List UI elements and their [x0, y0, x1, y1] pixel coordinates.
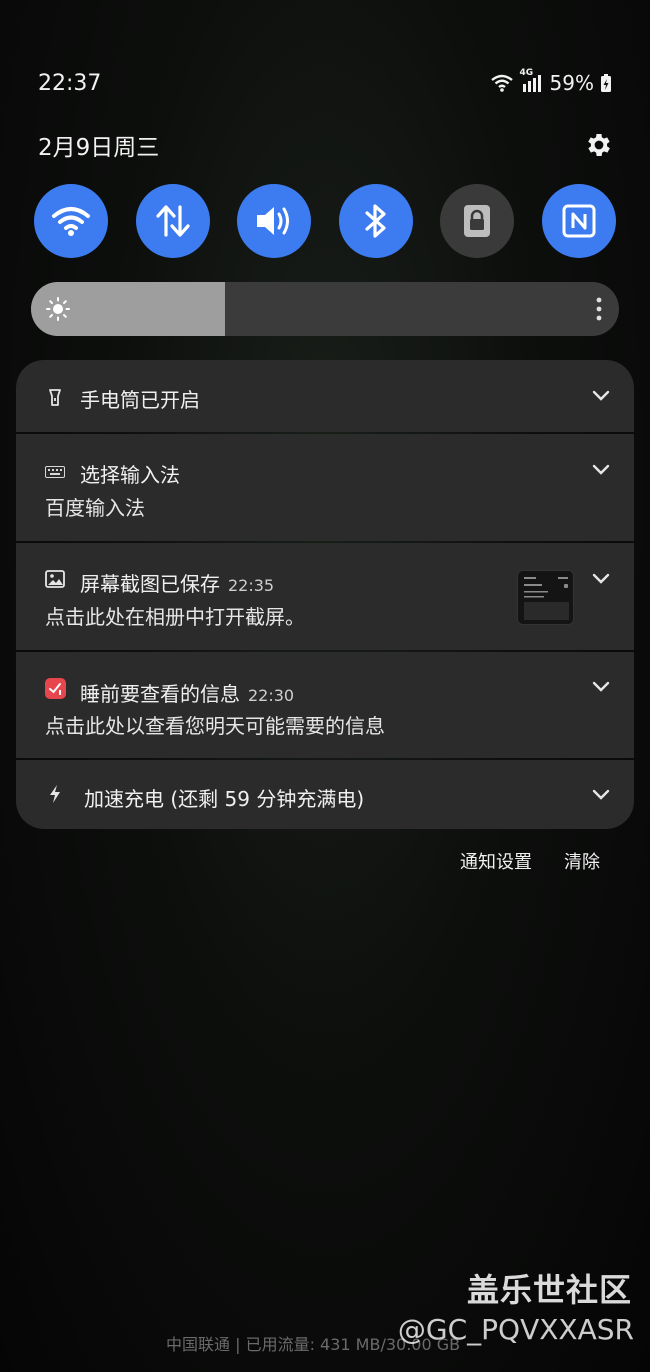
status-bar: 22:37 4G 59%: [38, 68, 612, 98]
charging-icon: [44, 783, 66, 805]
reminder-icon: [44, 677, 66, 699]
wifi-toggle[interactable]: [34, 184, 108, 258]
mobile-data-icon: [155, 205, 190, 237]
notification-panel: 手电筒已开启 选择输入法 百度输入法 屏幕截图已保存 22:35 点击此处在相册中…: [16, 360, 634, 831]
nfc-toggle[interactable]: [541, 184, 616, 258]
keyboard-icon: [44, 461, 66, 483]
more-options-icon[interactable]: [595, 296, 603, 322]
mobile-data-toggle[interactable]: [135, 184, 210, 258]
image-icon: [44, 568, 66, 590]
chevron-down-icon[interactable]: [592, 390, 610, 402]
watermark-title: 盖乐世社区: [466, 1271, 632, 1309]
notification-title: 手电筒已开启: [80, 388, 200, 412]
chevron-down-icon[interactable]: [592, 681, 610, 693]
nfc-icon: [562, 204, 596, 238]
notification-title: 加速充电 (还剩 59 分钟充满电): [84, 787, 365, 811]
settings-gear-icon[interactable]: [584, 130, 614, 160]
wifi-status-icon: [490, 74, 513, 92]
notification-time: 22:35: [228, 576, 275, 595]
date-row: 2月9日周三: [38, 128, 614, 162]
notification-body: 点击此处以查看您明天可能需要的信息: [45, 714, 385, 738]
volume-icon: [257, 207, 290, 235]
notification-header: 睡前要查看的信息 22:30: [80, 678, 294, 707]
bluetooth-toggle[interactable]: [338, 184, 413, 258]
notification-time: 22:30: [248, 686, 295, 705]
sun-icon: [46, 297, 70, 321]
notification-screenshot[interactable]: 屏幕截图已保存 22:35 点击此处在相册中打开截屏。: [16, 543, 634, 650]
quick-toggles: [34, 184, 616, 258]
notification-charging[interactable]: 加速充电 (还剩 59 分钟充满电): [16, 760, 634, 829]
battery-charging-icon: [601, 74, 611, 92]
notification-body: 点击此处在相册中打开截屏。: [45, 605, 305, 629]
notification-bedtime-info[interactable]: 睡前要查看的信息 22:30 点击此处以查看您明天可能需要的信息: [16, 652, 634, 758]
cellular-signal-icon: 4G: [520, 68, 544, 94]
date: 2月9日周三: [38, 135, 160, 161]
lock-icon: [464, 205, 491, 237]
screen-lock-toggle[interactable]: [440, 184, 515, 258]
bluetooth-icon: [365, 204, 386, 238]
battery-percent: 59%: [549, 71, 594, 95]
notification-title: 睡前要查看的信息: [80, 682, 240, 706]
notification-flashlight[interactable]: 手电筒已开启: [16, 360, 634, 432]
chevron-down-icon[interactable]: [592, 573, 610, 585]
notification-header: 屏幕截图已保存 22:35: [80, 568, 274, 597]
chevron-down-icon[interactable]: [592, 464, 610, 476]
brightness-slider[interactable]: [31, 282, 619, 336]
notification-input-method[interactable]: 选择输入法 百度输入法: [16, 434, 634, 541]
notification-body: 百度输入法: [45, 496, 145, 520]
notification-settings-button[interactable]: 通知设置: [460, 848, 532, 874]
notification-actions: 通知设置 清除: [460, 848, 600, 874]
chevron-down-icon[interactable]: [592, 789, 610, 801]
clear-button[interactable]: 清除: [564, 848, 600, 874]
volume-toggle[interactable]: [237, 184, 312, 258]
watermark-handle: @GC_PQVXXASR: [397, 1313, 634, 1346]
flashlight-icon: [44, 386, 66, 408]
clock: 22:37: [38, 70, 102, 96]
screenshot-thumbnail[interactable]: [517, 570, 574, 625]
notification-title: 选择输入法: [80, 463, 180, 487]
wifi-icon: [52, 207, 90, 236]
notification-title: 屏幕截图已保存: [80, 572, 220, 596]
status-icons: 4G 59%: [490, 68, 612, 95]
